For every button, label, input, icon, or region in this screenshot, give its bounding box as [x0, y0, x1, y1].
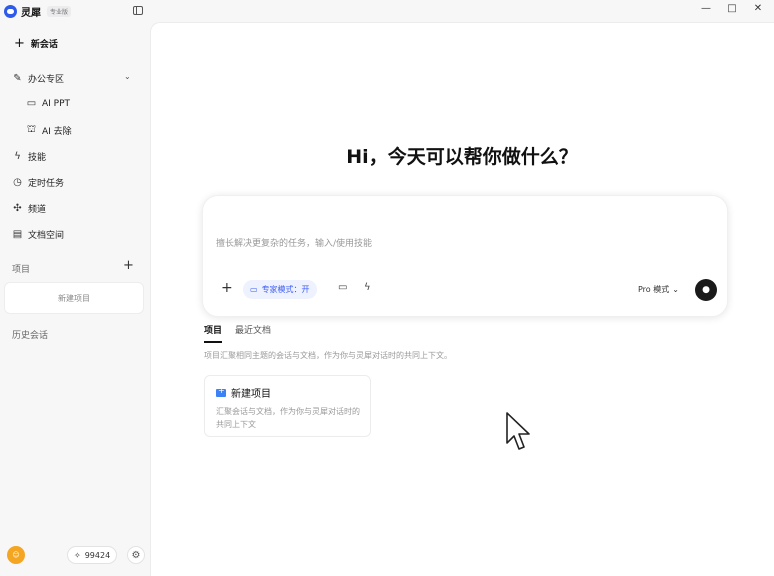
close-button[interactable]: ✕ — [751, 3, 765, 14]
new-project-card[interactable]: 新建项目 汇聚会话与文档，作为你与灵犀对话时的共同上下文 — [204, 375, 371, 437]
monitor-icon: ▭ — [250, 285, 258, 294]
add-project-icon[interactable]: + — [123, 258, 134, 273]
maximize-button[interactable]: □ — [725, 3, 739, 14]
skill-icon: ϟ — [14, 151, 21, 162]
document-icon: ▤ — [12, 229, 23, 240]
image-edit-icon: ⛫ — [26, 124, 37, 135]
main-panel: 擅长解决更复杂的任务，输入/使用技能 + ▭ 专家模式：开 ▭ ϟ Pro 模式… — [150, 22, 774, 576]
attach-plus-icon[interactable]: + — [221, 280, 233, 296]
sidebar-item-label: 技能 — [28, 153, 47, 163]
sidebar-item-skills[interactable]: ϟ 技能 — [12, 150, 46, 163]
mic-button[interactable]: ● — [695, 279, 717, 301]
sidebar-item-label: 频道 — [28, 205, 47, 215]
presentation-icon: ▭ — [26, 98, 37, 109]
chevron-down-icon: ⌄ — [672, 285, 679, 294]
sidebar-item-label: AI 去除 — [42, 127, 72, 137]
settings-button[interactable]: ⚙ — [127, 546, 145, 564]
mouse-cursor-icon — [506, 412, 530, 450]
lightning-icon[interactable]: ϟ — [364, 282, 371, 293]
sidebar-item-label: 文档空间 — [28, 231, 65, 241]
sidebar: 灵犀 专业版 + 新会话 ✎ 办公专区 ⌄ ▭ AI PPT ⛫ AI 去除 ϟ… — [0, 0, 150, 576]
sidebar-item-ai-remove[interactable]: ⛫ AI 去除 — [26, 124, 72, 137]
pro-mode-dropdown[interactable]: Pro 模式 ⌄ — [638, 284, 679, 295]
pro-mode-label: Pro 模式 — [638, 285, 670, 294]
expert-mode-toggle[interactable]: ▭ 专家模式：开 — [243, 280, 317, 299]
page-title: Hi，今天可以帮你做什么？ — [346, 146, 578, 168]
plus-icon: + — [14, 36, 25, 51]
sidebar-item-channel[interactable]: ✣ 频道 — [12, 202, 46, 215]
sidebar-item-office[interactable]: ✎ 办公专区 — [12, 72, 64, 85]
tab-description: 项目汇聚相同主题的会话与文档，作为你与灵犀对话时的共同上下文。 — [204, 351, 452, 360]
clock-icon: ◷ — [13, 177, 22, 188]
new-chat-label: 新会话 — [30, 40, 58, 50]
sidebar-item-label: AI PPT — [42, 98, 71, 109]
pencil-icon: ✎ — [13, 73, 22, 84]
new-project-card-description: 汇聚会话与文档，作为你与灵犀对话时的共同上下文 — [216, 407, 360, 429]
new-project-card-label: 新建项目 — [231, 389, 271, 400]
history-label: 历史会话 — [12, 331, 49, 341]
sidebar-item-label: 定时任务 — [28, 179, 65, 189]
expert-mode-label: 专家模式：开 — [261, 285, 310, 294]
sidebar-item-label: 办公专区 — [28, 75, 65, 85]
chevron-down-icon[interactable]: ⌄ — [124, 72, 131, 81]
chat-input-card[interactable]: 擅长解决更复杂的任务，输入/使用技能 + ▭ 专家模式：开 ▭ ϟ Pro 模式… — [202, 195, 728, 317]
chat-input-placeholder[interactable]: 擅长解决更复杂的任务，输入/使用技能 — [216, 236, 372, 249]
screen-icon[interactable]: ▭ — [338, 282, 347, 293]
points-value: 99424 — [84, 550, 111, 560]
new-project-placeholder[interactable]: 新建项目 — [4, 282, 144, 314]
avatar[interactable]: ☺ — [7, 546, 25, 564]
new-chat-button[interactable]: + 新会话 — [14, 36, 58, 51]
sidebar-item-scheduled[interactable]: ◷ 定时任务 — [12, 176, 64, 189]
channel-icon: ✣ — [13, 203, 22, 214]
sidebar-item-ai-ppt[interactable]: ▭ AI PPT — [26, 98, 70, 109]
content-tabs: 项目 最近文档 — [204, 323, 271, 343]
new-project-card-title: 新建项目 — [216, 385, 271, 400]
tab-recent-docs[interactable]: 最近文档 — [235, 323, 271, 343]
projects-label: 项目 — [12, 265, 31, 275]
tab-projects[interactable]: 项目 — [204, 323, 223, 343]
sidebar-item-docs[interactable]: ▤ 文档空间 — [12, 228, 64, 241]
sparkle-icon: ✧ — [74, 550, 81, 560]
folder-add-icon — [216, 386, 226, 397]
points-badge[interactable]: ✧ 99424 — [67, 546, 118, 564]
minimize-button[interactable]: — — [699, 3, 713, 14]
title-bar: — □ ✕ — [0, 0, 774, 22]
gear-icon: ⚙ — [131, 549, 141, 561]
mic-icon: ● — [702, 285, 710, 295]
